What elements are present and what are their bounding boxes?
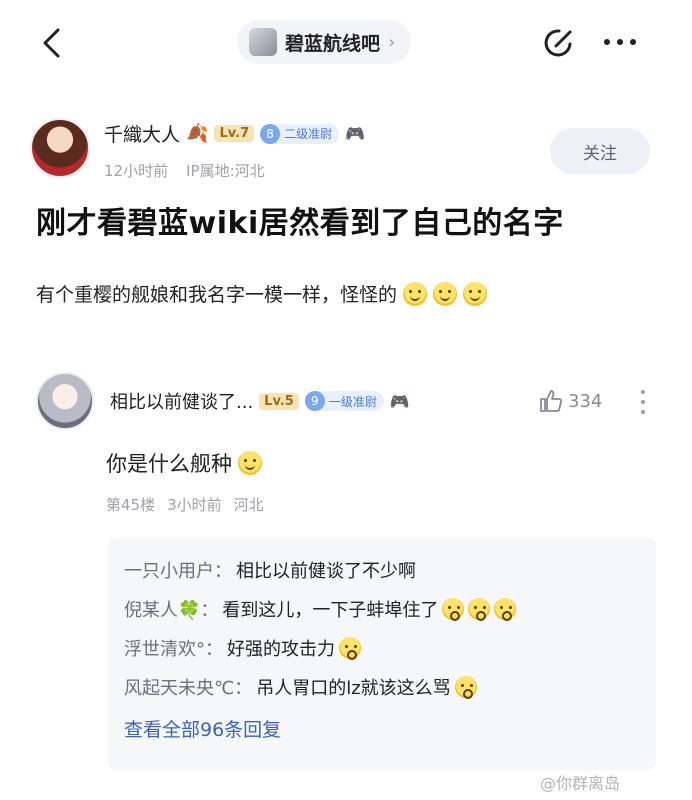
rank-title: 一级准尉: [328, 394, 377, 409]
rank-badge: 9 一级准尉: [304, 391, 384, 411]
gamepad-icon: 🎮: [345, 124, 366, 143]
post-meta: 12小时前 IP属地:河北: [104, 160, 265, 181]
smile-emoji-icon: [238, 451, 262, 475]
commenter-info: 相比以前健谈了... Lv.5 9 一级准尉 🎮: [110, 388, 410, 414]
more-options-icon[interactable]: [600, 28, 640, 56]
surprised-emoji-icon: [494, 597, 517, 621]
author-avatar[interactable]: [30, 118, 90, 178]
commenter-avatar[interactable]: [36, 372, 94, 430]
reply-text: 好强的攻击力: [227, 635, 361, 661]
like-count: 334: [568, 390, 603, 412]
comment-more-icon[interactable]: [636, 386, 650, 418]
reply-item[interactable]: 浮世清欢°： 好强的攻击力: [124, 628, 640, 667]
reply-user[interactable]: 风起天未央℃：: [124, 674, 252, 700]
watermark: @你群离岛: [540, 770, 620, 794]
rank-number: 8: [260, 123, 281, 144]
share-edit-icon[interactable]: [540, 24, 578, 62]
post-time: 12小时前: [104, 162, 169, 180]
reply-item[interactable]: 一只小用户： 相比以前健谈了不少啊: [124, 550, 640, 589]
surprised-emoji-icon: [339, 636, 361, 660]
reply-preview-box: 一只小用户： 相比以前健谈了不少啊 倪某人🍀： 看到这儿，一下子蚌埠住了 浮世清…: [108, 538, 656, 770]
watermark-text: @你群离岛: [540, 774, 621, 793]
thumbs-up-icon: [540, 390, 563, 412]
surprised-emoji-icon: [468, 597, 491, 621]
leaf-icon: 🍂: [186, 123, 209, 144]
smile-emoji-icon: [433, 281, 458, 306]
top-nav: 碧蓝航线吧 ›: [0, 0, 692, 90]
forum-name: 碧蓝航线吧: [285, 32, 381, 55]
rank-badge: 8 二级准尉: [260, 123, 340, 144]
comment-location: 河北: [233, 496, 264, 514]
follow-button[interactable]: 关注: [550, 128, 650, 174]
rank-title: 二级准尉: [284, 127, 333, 141]
commenter-name[interactable]: 相比以前健谈了...: [110, 388, 253, 414]
post-ip: IP属地:河北: [186, 162, 265, 180]
post-title: 刚才看碧蓝wiki居然看到了自己的名字: [36, 206, 564, 241]
like-button[interactable]: 334: [538, 388, 602, 414]
smile-emoji-icon: [463, 281, 488, 306]
forum-entry-button[interactable]: 碧蓝航线吧 ›: [237, 20, 412, 64]
comment-body: 你是什么舰种: [106, 448, 262, 478]
reply-item[interactable]: 风起天未央℃： 吊人胃口的lz就该这么骂: [124, 667, 640, 706]
author-name[interactable]: 千織大人: [104, 120, 180, 147]
reply-text: 看到这儿，一下子蚌埠住了: [222, 596, 517, 622]
reply-user[interactable]: 一只小用户：: [124, 557, 232, 583]
forum-avatar: [249, 28, 277, 56]
reply-text: 吊人胃口的lz就该这么骂: [256, 674, 477, 700]
comment-time: 3小时前: [167, 496, 222, 514]
post-body: 有个重樱的舰娘和我名字一模一样，怪怪的: [36, 280, 488, 307]
surprised-emoji-icon: [454, 675, 477, 699]
reply-text: 相比以前健谈了不少啊: [236, 560, 416, 582]
level-badge: Lv.5: [259, 392, 299, 410]
comment-meta: 第45楼 3小时前 河北: [106, 494, 264, 515]
surprised-emoji-icon: [442, 597, 465, 621]
level-badge: Lv.7: [214, 125, 255, 142]
chevron-right-icon: ›: [388, 31, 396, 53]
comment-floor: 第45楼: [106, 496, 156, 514]
view-all-replies-link[interactable]: 查看全部96条回复: [124, 712, 640, 744]
post-body-text: 有个重樱的舰娘和我名字一模一样，怪怪的: [36, 284, 398, 306]
reply-user[interactable]: 浮世清欢°：: [124, 635, 223, 661]
comment-text: 你是什么舰种: [106, 452, 232, 476]
back-arrow-icon[interactable]: [36, 26, 70, 60]
reply-item[interactable]: 倪某人🍀： 看到这儿，一下子蚌埠住了: [124, 589, 640, 628]
reply-user[interactable]: 倪某人🍀：: [124, 596, 218, 622]
rank-number: 9: [304, 391, 325, 411]
smile-emoji-icon: [403, 281, 428, 306]
author-info: 千織大人 🍂 Lv.7 8 二级准尉 🎮: [104, 120, 365, 147]
gamepad-icon: 🎮: [389, 391, 410, 411]
